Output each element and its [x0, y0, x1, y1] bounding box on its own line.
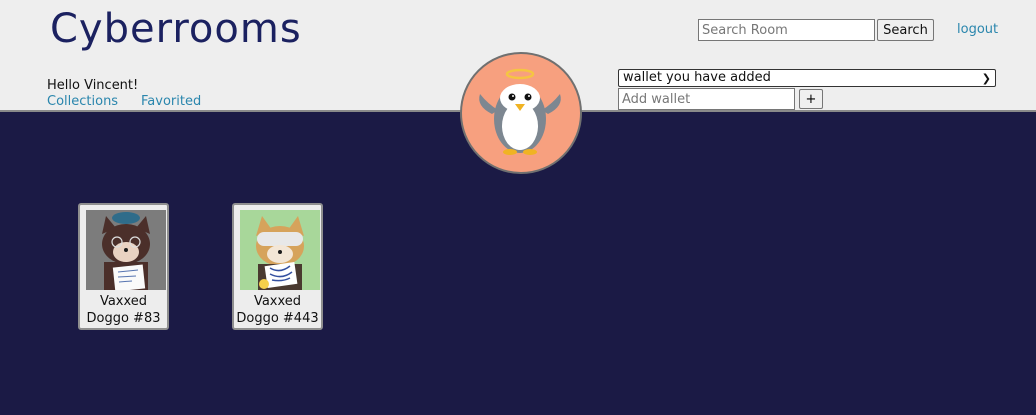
- wallet-select-value: wallet you have added: [623, 70, 771, 85]
- search-room-input[interactable]: [698, 19, 875, 41]
- favorited-link[interactable]: Favorited: [141, 94, 201, 109]
- add-wallet-input[interactable]: [618, 88, 795, 110]
- logout-link[interactable]: logout: [957, 22, 998, 37]
- chevron-down-icon: ❯: [981, 72, 991, 85]
- shiba-dog-icon: [240, 210, 320, 290]
- card-title-line2: Doggo #83: [86, 311, 161, 326]
- card-title: Vaxxed Doggo #443: [234, 293, 321, 327]
- collection-card[interactable]: Vaxxed Doggo #443: [232, 203, 323, 330]
- card-title-line2: Doggo #443: [236, 311, 319, 326]
- wallet-select[interactable]: wallet you have added ❯: [618, 69, 996, 87]
- add-wallet-button[interactable]: +: [799, 89, 823, 109]
- card-title-line1: Vaxxed: [99, 294, 148, 309]
- avatar[interactable]: [460, 52, 582, 174]
- collection-card[interactable]: Vaxxed Doggo #83: [78, 203, 169, 330]
- card-title-line1: Vaxxed: [253, 294, 302, 309]
- penguin-angel-icon: [479, 68, 561, 155]
- nft-thumbnail: [86, 210, 166, 290]
- greeting-text: Hello Vincent!: [47, 78, 139, 93]
- search-button[interactable]: Search: [877, 19, 934, 41]
- nft-thumbnail: [240, 210, 320, 290]
- shiba-dog-icon: [86, 210, 166, 290]
- site-logo[interactable]: Cyberrooms: [50, 6, 302, 52]
- card-title: Vaxxed Doggo #83: [80, 293, 167, 327]
- collections-link[interactable]: Collections: [47, 94, 118, 109]
